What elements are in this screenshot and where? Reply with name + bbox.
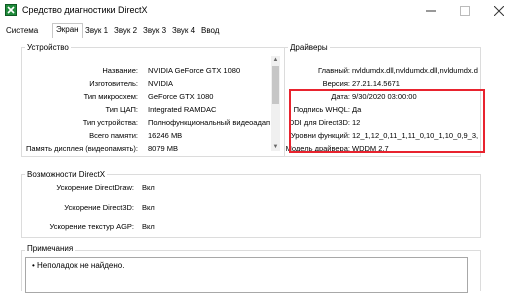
manufacturer-label: Изготовитель: [89, 79, 138, 88]
tab-sound-2[interactable]: Звук 2 [111, 25, 140, 38]
version-value: 27.21.14.5671 [352, 79, 400, 88]
main-driver-label: Главный: [318, 66, 350, 75]
dac-type-label: Тип ЦАП: [105, 105, 138, 114]
manufacturer-value: NVIDIA [148, 79, 174, 88]
device-group-title: Устройство [25, 43, 71, 52]
scroll-up-icon[interactable]: ▲ [271, 56, 280, 64]
title-bar: Средство диагностики DirectX [0, 0, 516, 22]
device-type-label: Тип устройства: [82, 118, 138, 127]
minimize-button[interactable] [414, 0, 448, 22]
close-icon [494, 6, 504, 16]
tab-sound-4[interactable]: Звук 4 [169, 25, 198, 38]
notes-item-text: Неполадок не найдено. [37, 261, 125, 270]
tab-sound-3[interactable]: Звук 3 [140, 25, 169, 38]
notes-box[interactable]: • Неполадок не найдено. [25, 257, 468, 293]
scroll-thumb[interactable] [272, 66, 279, 104]
agp-texture-label: Ускорение текстур AGP: [49, 222, 134, 231]
highlight-box [289, 89, 485, 153]
display-memory-value: 8079 MB [148, 144, 179, 153]
notes-item: • Неполадок не найдено. [32, 261, 125, 270]
maximize-icon [460, 6, 470, 16]
chip-type-label: Тип микросхем: [83, 92, 138, 101]
device-scrollbar[interactable]: ▲ ▼ [271, 56, 280, 151]
directx-features-title: Возможности DirectX [25, 170, 108, 179]
device-name-value: NVIDIA GeForce GTX 1080 [148, 66, 241, 75]
main-driver-value: nvldumdx.dll,nvldumdx.dll,nvldumdx.dll [352, 66, 478, 75]
device-type-value: Полнофункциональный видеоадапте [148, 118, 270, 127]
notes-title: Примечания [25, 244, 76, 253]
tab-sound-1[interactable]: Звук 1 [82, 25, 111, 38]
tab-system[interactable]: Система [3, 25, 41, 38]
chip-type-value: GeForce GTX 1080 [148, 92, 214, 101]
directdraw-value: Вкл [142, 183, 155, 192]
tab-input[interactable]: Ввод [198, 25, 222, 38]
direct3d-value: Вкл [142, 203, 155, 212]
window-title: Средство диагностики DirectX [22, 5, 148, 15]
maximize-button[interactable] [448, 0, 482, 22]
total-memory-label: Всего памяти: [89, 131, 138, 140]
tab-strip: Система Экран Звук 1 Звук 2 Звук 3 Звук … [0, 22, 516, 40]
agp-texture-value: Вкл [142, 222, 155, 231]
total-memory-value: 16246 MB [148, 131, 183, 140]
directdraw-label: Ускорение DirectDraw: [56, 183, 134, 192]
directx-icon [5, 4, 17, 16]
version-label: Версия: [322, 79, 350, 88]
close-button[interactable] [482, 0, 516, 22]
display-memory-label: Память дисплея (видеопамять): [25, 144, 138, 153]
drivers-group-title: Драйверы [288, 43, 330, 52]
device-group [21, 47, 285, 157]
scroll-down-icon[interactable]: ▼ [271, 143, 280, 151]
dac-type-value: Integrated RAMDAC [148, 105, 217, 114]
minimize-icon [426, 10, 436, 12]
device-name-label: Название: [102, 66, 138, 75]
direct3d-label: Ускорение Direct3D: [64, 203, 134, 212]
